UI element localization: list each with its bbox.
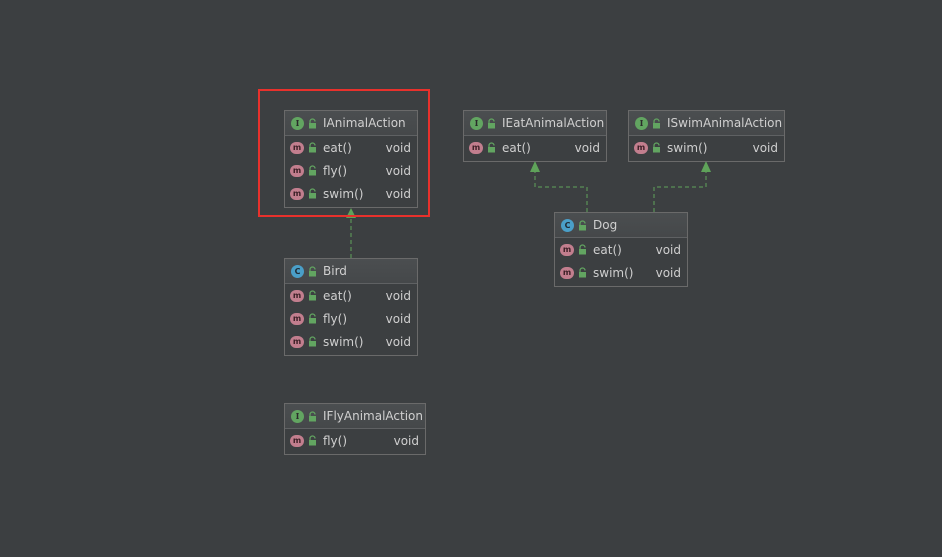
interface-icon: I <box>291 409 304 423</box>
public-lock-icon <box>309 265 316 276</box>
method-row[interactable]: m eat() void <box>464 136 606 159</box>
method-return-type: void <box>385 311 411 326</box>
public-lock-icon <box>579 219 586 230</box>
public-lock-icon <box>579 267 586 278</box>
arrowhead-iswimanimalaction <box>701 161 711 172</box>
method-name: swim() <box>593 265 634 280</box>
method-row[interactable]: m eat() void <box>285 284 417 307</box>
interface-icon: I <box>635 116 648 130</box>
relationship-arrows <box>346 161 711 258</box>
selection-highlight-box <box>258 89 430 217</box>
method-name: eat() <box>593 242 622 257</box>
public-lock-icon <box>653 117 660 128</box>
method-row[interactable]: m fly() void <box>285 307 417 330</box>
method-name: eat() <box>502 140 531 155</box>
node-title: Dog <box>593 218 618 232</box>
node-title: IEatAnimalAction <box>502 116 605 130</box>
method-icon: m <box>290 289 304 302</box>
method-name: eat() <box>323 288 352 303</box>
node-title: Bird <box>323 264 347 278</box>
public-lock-icon <box>309 336 316 347</box>
method-icon: m <box>469 141 483 154</box>
public-lock-icon <box>309 313 316 324</box>
node-header: C Bird <box>285 259 417 284</box>
node-dog[interactable]: C Dog m eat() void m swim() void <box>554 212 688 287</box>
arrow-dog-to-ieatanimalaction <box>534 170 588 212</box>
method-return-type: void <box>752 140 778 155</box>
method-icon: m <box>290 335 304 348</box>
arrowhead-ieatanimalaction <box>530 161 540 172</box>
method-icon: m <box>290 434 304 447</box>
method-name: fly() <box>323 433 348 448</box>
public-lock-icon <box>488 117 495 128</box>
method-name: fly() <box>323 311 348 326</box>
method-name: swim() <box>667 140 708 155</box>
public-lock-icon <box>309 410 316 421</box>
method-return-type: void <box>393 433 419 448</box>
method-return-type: void <box>385 288 411 303</box>
node-header: I IEatAnimalAction <box>464 111 606 136</box>
method-return-type: void <box>655 265 681 280</box>
node-title: IFlyAnimalAction <box>323 409 423 423</box>
method-row[interactable]: m swim() void <box>629 136 784 159</box>
method-return-type: void <box>385 334 411 349</box>
method-row[interactable]: m swim() void <box>285 330 417 353</box>
public-lock-icon <box>309 290 316 301</box>
method-name: swim() <box>323 334 364 349</box>
method-row[interactable]: m eat() void <box>555 238 687 261</box>
node-header: I IFlyAnimalAction <box>285 404 425 429</box>
public-lock-icon <box>579 244 586 255</box>
method-icon: m <box>290 312 304 325</box>
method-icon: m <box>634 141 648 154</box>
interface-icon: I <box>470 116 483 130</box>
method-row[interactable]: m swim() void <box>555 261 687 284</box>
public-lock-icon <box>653 142 660 153</box>
method-icon: m <box>560 266 574 279</box>
node-header: C Dog <box>555 213 687 238</box>
public-lock-icon <box>488 142 495 153</box>
class-icon: C <box>561 218 574 232</box>
method-return-type: void <box>574 140 600 155</box>
public-lock-icon <box>309 435 316 446</box>
class-icon: C <box>291 264 304 278</box>
method-return-type: void <box>655 242 681 257</box>
method-icon: m <box>560 243 574 256</box>
arrow-dog-to-iswimanimalaction <box>653 170 707 212</box>
method-row[interactable]: m fly() void <box>285 429 425 452</box>
node-ieatanimalaction[interactable]: I IEatAnimalAction m eat() void <box>463 110 607 162</box>
node-bird[interactable]: C Bird m eat() void m fly() void m swim(… <box>284 258 418 356</box>
node-title: ISwimAnimalAction <box>667 116 783 130</box>
node-iswimanimalaction[interactable]: I ISwimAnimalAction m swim() void <box>628 110 785 162</box>
node-iflyanimalaction[interactable]: I IFlyAnimalAction m fly() void <box>284 403 426 455</box>
node-header: I ISwimAnimalAction <box>629 111 784 136</box>
